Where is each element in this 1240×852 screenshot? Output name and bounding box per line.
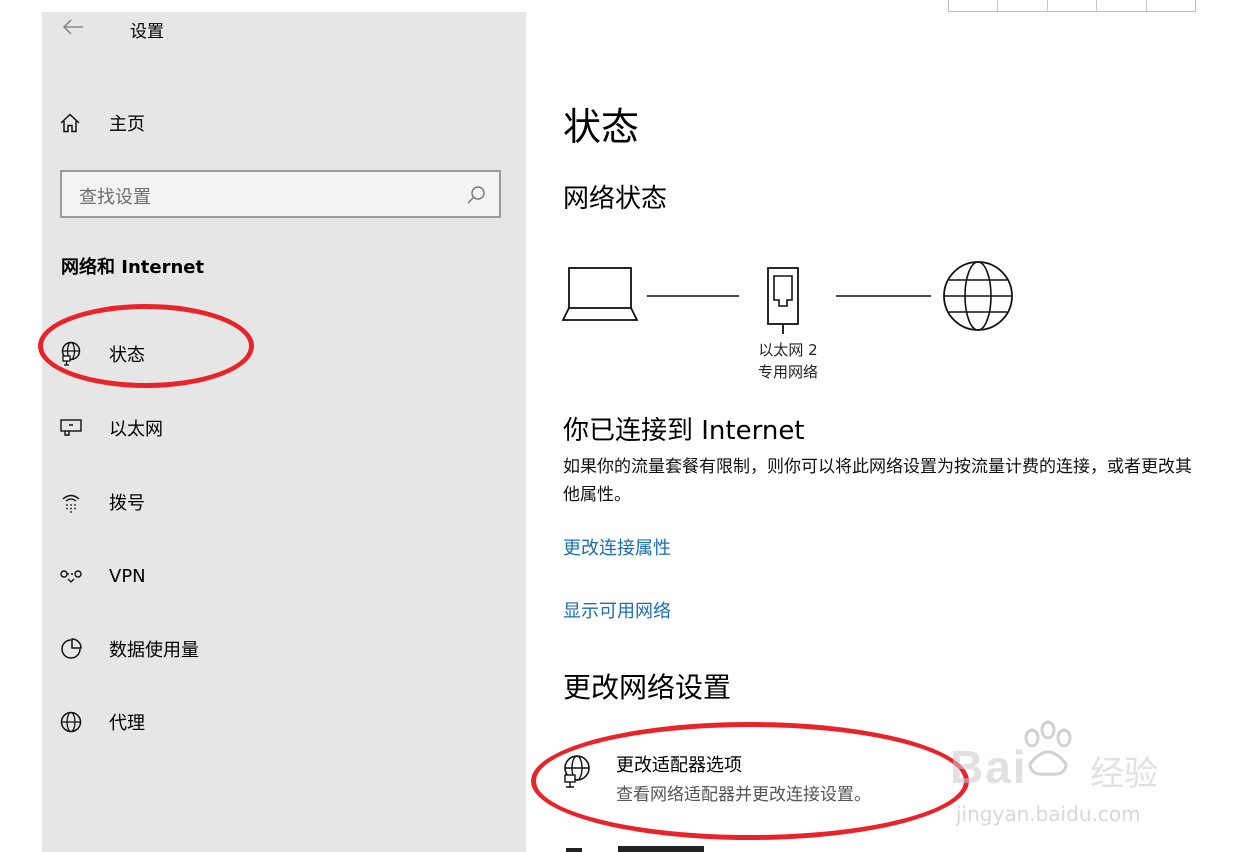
adapter-caption: 以太网 2 专用网络 bbox=[738, 339, 838, 383]
cut-label bbox=[618, 846, 704, 852]
status-globe-icon bbox=[58, 341, 84, 367]
adapter-options-subtitle: 查看网络适配器并更改连接设置。 bbox=[616, 785, 871, 805]
sidebar-item-label: 代理 bbox=[109, 713, 145, 734]
home-icon bbox=[58, 111, 82, 135]
sidebar-item-dialup[interactable]: 拨号 bbox=[58, 484, 498, 520]
sidebar-item-ethernet[interactable]: 以太网 bbox=[58, 410, 498, 446]
section-heading: 网络和 Internet bbox=[61, 257, 205, 278]
vpn-icon bbox=[58, 563, 84, 589]
connected-heading: 你已连接到 Internet bbox=[563, 416, 805, 446]
adapter-name: 以太网 2 bbox=[758, 341, 818, 359]
paw-logo-icon bbox=[1016, 718, 1080, 782]
change-network-settings-heading: 更改网络设置 bbox=[563, 671, 732, 704]
next-settings-item-cut-off[interactable] bbox=[560, 842, 760, 852]
search-input[interactable]: 查找设置 bbox=[60, 170, 501, 218]
change-connection-properties-link[interactable]: 更改连接属性 bbox=[563, 534, 671, 560]
settings-window: 设置 主页 查找设置 网络和 Internet 状态 以太网 拨号 VPN 数据… bbox=[0, 0, 1240, 852]
data-usage-icon bbox=[58, 636, 84, 662]
sidebar-item-label: 状态 bbox=[109, 345, 145, 366]
dialup-icon bbox=[58, 489, 84, 515]
sidebar: 设置 主页 查找设置 网络和 Internet 状态 以太网 拨号 VPN 数据… bbox=[42, 12, 526, 852]
sidebar-item-label: 主页 bbox=[109, 114, 145, 135]
globe-icon bbox=[58, 709, 84, 735]
sidebar-item-proxy[interactable]: 代理 bbox=[58, 704, 498, 740]
sidebar-item-label: VPN bbox=[109, 565, 146, 587]
sidebar-item-label: 数据使用量 bbox=[109, 640, 199, 661]
sidebar-item-status[interactable]: 状态 bbox=[58, 336, 498, 372]
ethernet-icon bbox=[58, 415, 84, 441]
adapter-options-title: 更改适配器选项 bbox=[616, 755, 742, 776]
laptop-icon bbox=[561, 267, 639, 321]
search-icon[interactable] bbox=[465, 184, 487, 206]
watermark-url: jingyan.baidu.com bbox=[956, 802, 1141, 826]
show-available-networks-link[interactable]: 显示可用网络 bbox=[563, 597, 671, 623]
baidu-watermark: Bai 经验 jingyan.baidu.com bbox=[950, 718, 1190, 828]
ethernet-adapter-icon bbox=[767, 267, 799, 334]
sidebar-item-label: 以太网 bbox=[109, 419, 163, 440]
watermark-product: 经验 bbox=[1090, 754, 1158, 794]
page-title: 状态 bbox=[563, 105, 640, 149]
connection-description: 如果你的流量套餐有限制，则你可以将此网络设置为按流量计费的连接，或者更改其他属性… bbox=[563, 457, 1192, 505]
app-title: 设置 bbox=[130, 22, 164, 42]
sidebar-item-label: 拨号 bbox=[109, 493, 145, 514]
adapter-globe-icon bbox=[560, 754, 594, 788]
network-status-heading: 网络状态 bbox=[563, 184, 668, 214]
search-placeholder: 查找设置 bbox=[79, 187, 151, 208]
internet-globe-icon bbox=[943, 261, 1013, 331]
network-type: 专用网络 bbox=[757, 363, 818, 381]
cut-icon bbox=[566, 848, 582, 852]
change-adapter-options-item[interactable]: 更改适配器选项 查看网络适配器并更改连接设置。 bbox=[560, 748, 940, 808]
sidebar-item-vpn[interactable]: VPN bbox=[58, 558, 498, 594]
sidebar-item-home[interactable]: 主页 bbox=[58, 108, 498, 138]
back-arrow-icon[interactable] bbox=[60, 16, 86, 38]
sidebar-item-data-usage[interactable]: 数据使用量 bbox=[58, 631, 498, 667]
